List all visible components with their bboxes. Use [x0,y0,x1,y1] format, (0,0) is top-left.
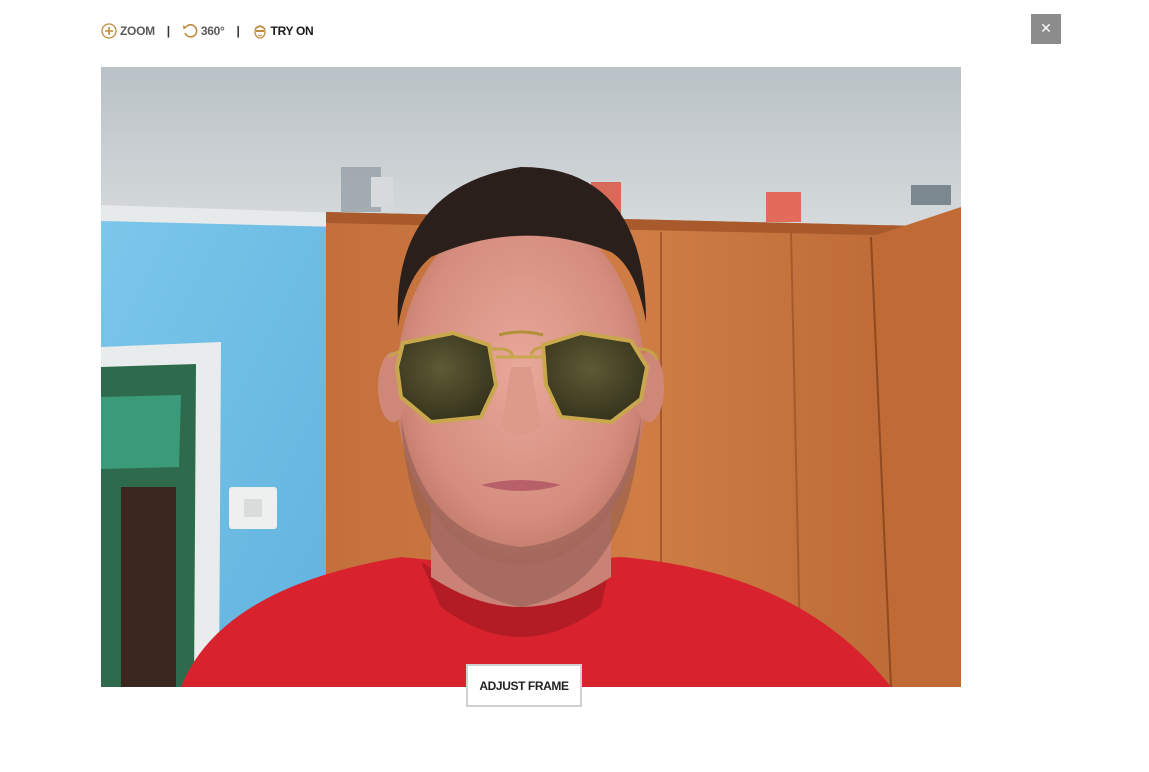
rotate-360-button[interactable]: 360° [182,23,225,39]
adjust-frame-button[interactable]: ADJUST FRAME [466,664,582,707]
close-icon: ✕ [1040,21,1052,37]
zoom-button[interactable]: ZOOM [101,23,155,39]
face-icon [252,23,268,39]
toolbar-separator: | [166,24,170,38]
close-button[interactable]: ✕ [1031,14,1061,44]
rotate-label: 360° [200,24,225,38]
webcam-try-on-view [101,67,961,687]
view-mode-toolbar: ZOOM | 360° | TRY ON [101,20,314,42]
toolbar-separator: | [236,24,240,38]
try-on-label: TRY ON [270,24,314,38]
rotate-icon [182,23,198,39]
try-on-button[interactable]: TRY ON [252,23,314,39]
plus-circle-icon [101,23,117,39]
zoom-label: ZOOM [120,24,155,38]
webcam-image [101,67,961,687]
